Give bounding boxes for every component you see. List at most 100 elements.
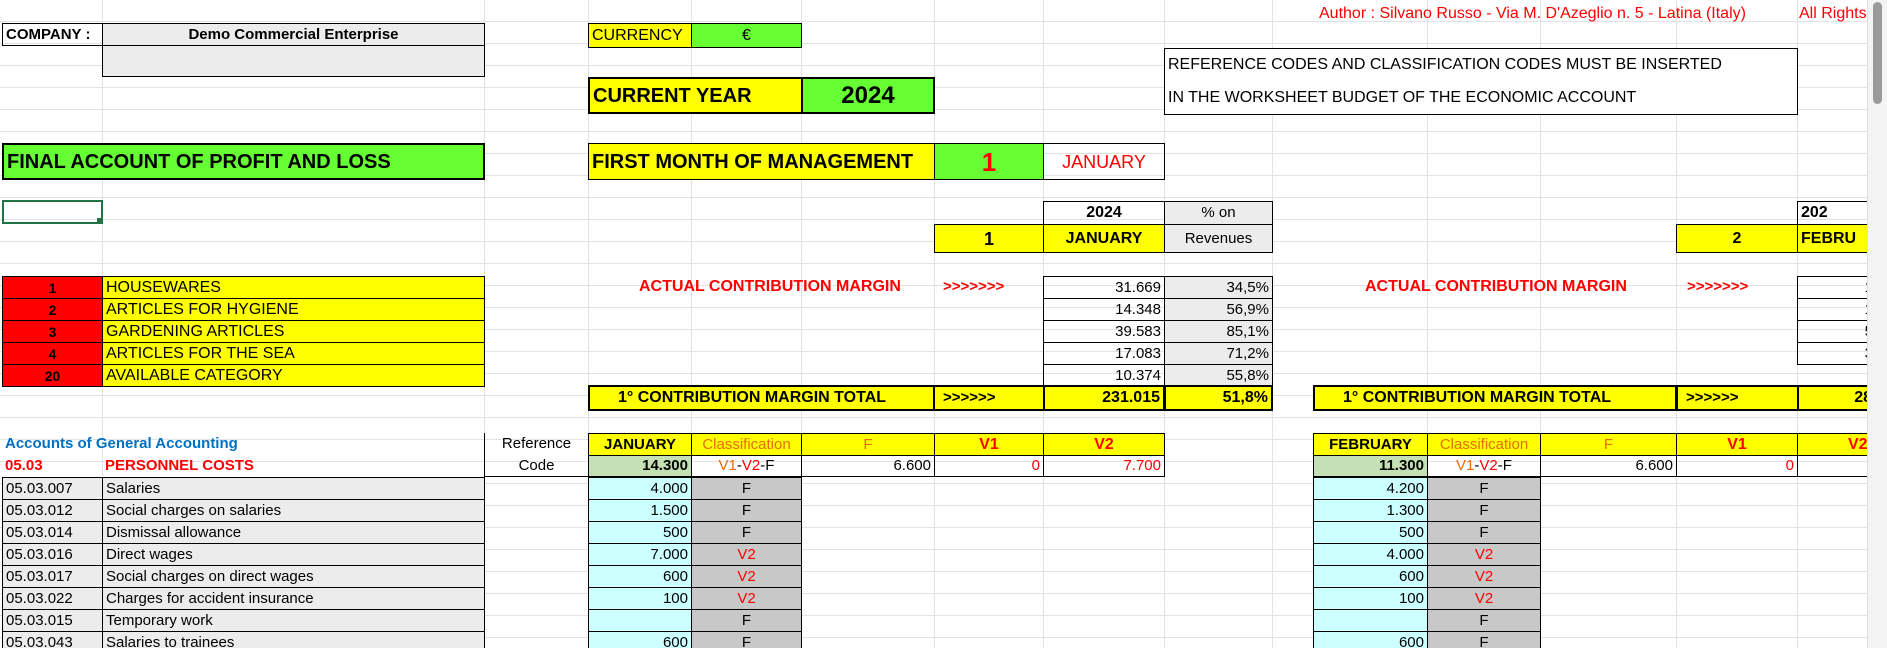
fill-handle[interactable] [97, 218, 101, 222]
table-row-class[interactable]: F [691, 631, 802, 648]
reference-note-line1: REFERENCE CODES AND CLASSIFICATION CODES… [1168, 56, 1722, 74]
table-row-class-feb[interactable]: F [1427, 521, 1541, 544]
table-row-jan[interactable] [588, 609, 692, 632]
col-v2-header-feb: V2 [1797, 433, 1868, 456]
acm-arrows-jan: >>>>>>> [943, 278, 1005, 295]
col-f-header: F [801, 433, 935, 456]
feb-margin-value [1797, 364, 1868, 387]
total-label-jan: 1° CONTRIBUTION MARGIN TOTAL [588, 385, 935, 411]
table-row-code: 05.03.022 [2, 587, 103, 610]
category-code: 20 [2, 364, 103, 387]
first-month-value[interactable]: 1 [934, 143, 1044, 180]
table-row-class-feb[interactable]: V2 [1427, 565, 1541, 588]
table-row-class-feb[interactable]: F [1427, 499, 1541, 522]
jan-margin-value: 17.083 [1043, 342, 1165, 365]
table-row-jan[interactable]: 1.500 [588, 499, 692, 522]
pct-label-2: Revenues [1164, 224, 1273, 253]
table-row-feb[interactable]: 100 [1313, 587, 1428, 610]
col-v1-header: V1 [934, 433, 1044, 456]
table-row-name: Charges for accident insurance [102, 587, 485, 610]
selected-cell[interactable] [2, 200, 103, 224]
category-code: 1 [2, 276, 103, 299]
category-name[interactable]: AVAILABLE CATEGORY [102, 364, 485, 387]
feb-month-name: FEBRU [1797, 224, 1868, 253]
group-class-v1: V1 [718, 457, 737, 474]
table-row-code: 05.03.017 [2, 565, 103, 588]
table-row-class[interactable]: F [691, 499, 802, 522]
jan-margin-value: 10.374 [1043, 364, 1165, 387]
table-row-class[interactable]: V2 [691, 565, 802, 588]
table-row-code: 05.03.043 [2, 631, 103, 648]
jan-year: 2024 [1043, 201, 1165, 225]
col-classification-header-feb: Classification [1427, 433, 1541, 456]
table-row-feb[interactable]: 600 [1313, 565, 1428, 588]
feb-margin-value: 5 [1797, 320, 1868, 343]
currency-label: CURRENCY [588, 23, 692, 48]
total-arrows-jan: >>>>>> [933, 385, 1045, 411]
col-classification-header: Classification [691, 433, 802, 456]
jan-margin-value: 39.583 [1043, 320, 1165, 343]
table-row-class[interactable]: F [691, 521, 802, 544]
vertical-scrollbar[interactable] [1867, 0, 1887, 648]
table-row-code: 05.03.014 [2, 521, 103, 544]
current-year-value[interactable]: 2024 [801, 77, 935, 114]
table-row-feb[interactable]: 4.000 [1313, 543, 1428, 566]
jan-margin-pct: 55,8% [1164, 364, 1273, 387]
table-row-name: Dismissal allowance [102, 521, 485, 544]
group-classification: V1- V2 -F [691, 455, 802, 477]
table-row-class-feb[interactable]: F [1427, 609, 1541, 632]
category-name[interactable]: ARTICLES FOR HYGIENE [102, 298, 485, 321]
table-row-jan[interactable]: 4.000 [588, 477, 692, 500]
scrollbar-thumb[interactable] [1873, 2, 1882, 104]
table-row-feb[interactable]: 1.300 [1313, 499, 1428, 522]
table-row-jan[interactable]: 600 [588, 631, 692, 648]
table-row-jan[interactable]: 500 [588, 521, 692, 544]
group-classification-feb: V1- V2 -F [1427, 455, 1541, 477]
table-row-class[interactable]: F [691, 477, 802, 500]
table-row-class-feb[interactable]: F [1427, 477, 1541, 500]
category-name[interactable]: ARTICLES FOR THE SEA [102, 342, 485, 365]
col-f-header-feb: F [1540, 433, 1677, 456]
table-row-name: Salaries [102, 477, 485, 500]
table-row-class-feb[interactable]: V2 [1427, 543, 1541, 566]
company-extra-cell[interactable] [102, 45, 485, 77]
table-row-feb[interactable]: 500 [1313, 521, 1428, 544]
feb-margin-value: 1 [1797, 276, 1868, 299]
table-row-class-feb[interactable]: V2 [1427, 587, 1541, 610]
jan-margin-pct: 34,5% [1164, 276, 1273, 299]
group-name: PERSONNEL COSTS [105, 457, 254, 474]
col-jan-header: JANUARY [588, 433, 692, 456]
table-row-code: 05.03.016 [2, 543, 103, 566]
category-name[interactable]: HOUSEWARES [102, 276, 485, 299]
category-name[interactable]: GARDENING ARTICLES [102, 320, 485, 343]
currency-value[interactable]: € [691, 23, 802, 48]
group-class-v2: V2 [741, 457, 761, 474]
table-row-feb[interactable]: 600 [1313, 631, 1428, 648]
table-row-jan[interactable]: 7.000 [588, 543, 692, 566]
table-row-feb[interactable] [1313, 609, 1428, 632]
reference-note: REFERENCE CODES AND CLASSIFICATION CODES… [1164, 48, 1798, 115]
feb-margin-value: 1 [1797, 298, 1868, 321]
table-row-class-feb[interactable]: F [1427, 631, 1541, 648]
jan-margin-value: 31.669 [1043, 276, 1165, 299]
jan-margin-pct: 71,2% [1164, 342, 1273, 365]
final-account-title: FINAL ACCOUNT OF PROFIT AND LOSS [2, 143, 485, 180]
group-class-sep2-feb: -F [1497, 457, 1512, 474]
spreadsheet-grid[interactable]: COMPANY : Demo Commercial Enterprise CUR… [0, 0, 1868, 648]
table-row-class[interactable]: V2 [691, 543, 802, 566]
table-row-jan[interactable]: 100 [588, 587, 692, 610]
category-code: 4 [2, 342, 103, 365]
table-row-class[interactable]: F [691, 609, 802, 632]
table-row-name: Social charges on salaries [102, 499, 485, 522]
rights-text: All Rights [1799, 5, 1867, 22]
company-name[interactable]: Demo Commercial Enterprise [102, 23, 485, 46]
group-class-v2-feb: V2 [1479, 457, 1498, 474]
table-row-name: Salaries to trainees [102, 631, 485, 648]
jan-margin-value: 14.348 [1043, 298, 1165, 321]
group-feb-total: 11.300 [1313, 455, 1428, 477]
table-row-feb[interactable]: 4.200 [1313, 477, 1428, 500]
accounts-section-label: Accounts of General Accounting [5, 435, 238, 452]
table-row-class[interactable]: V2 [691, 587, 802, 610]
total-arrows-feb: >>>>>> [1676, 385, 1799, 411]
table-row-jan[interactable]: 600 [588, 565, 692, 588]
